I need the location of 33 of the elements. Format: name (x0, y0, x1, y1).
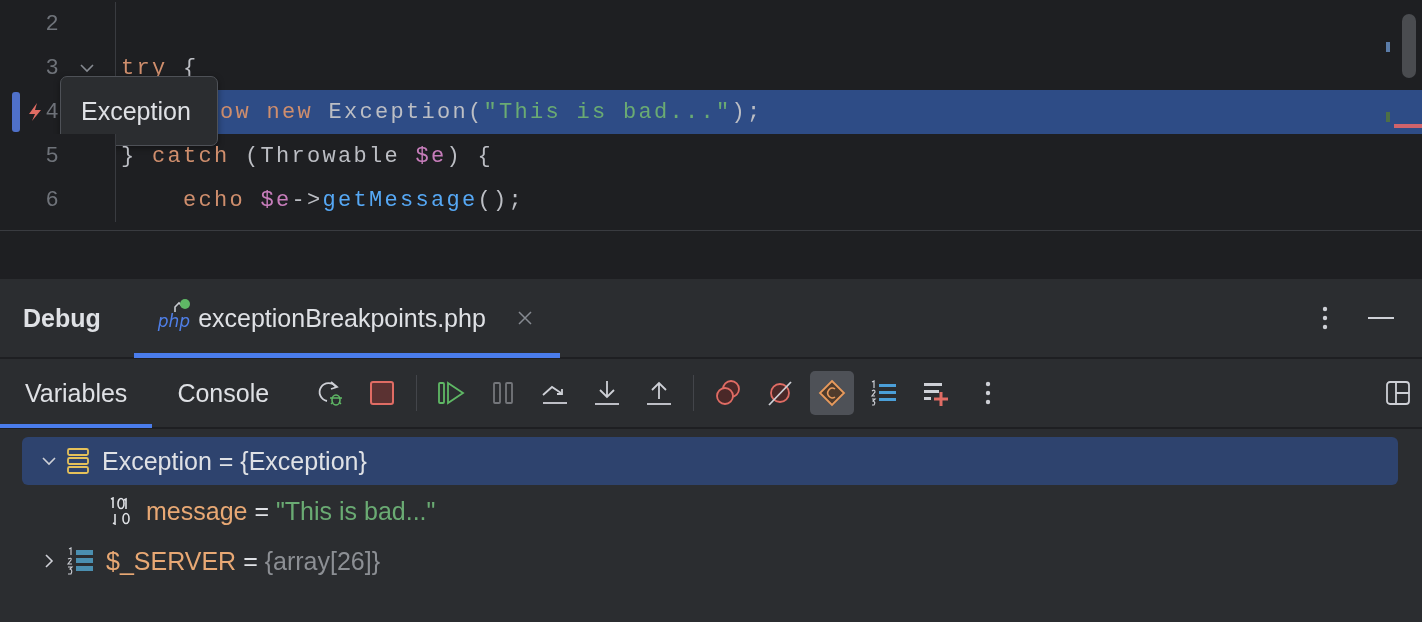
more-icon[interactable] (1322, 306, 1328, 330)
chevron-icon[interactable] (42, 454, 56, 468)
line-number: 3 (45, 55, 59, 81)
line-number: 4 (45, 99, 59, 125)
php-label: php (157, 312, 191, 330)
layout-icon[interactable] (1386, 381, 1410, 405)
array-icon (66, 547, 94, 575)
variable-label: message = "This is bad..." (146, 496, 436, 526)
line-number: 2 (45, 11, 59, 37)
variable-row[interactable]: message = "This is bad..." (22, 487, 1398, 535)
line-number: 5 (45, 143, 59, 169)
line-number: 6 (45, 187, 59, 213)
current-line-marker (12, 92, 20, 132)
variable-row[interactable]: Exception = {Exception} (22, 437, 1398, 485)
chevron-icon[interactable] (42, 554, 56, 568)
view-tab[interactable]: Console (152, 358, 295, 428)
lightning-icon[interactable] (27, 102, 43, 122)
scrollbar-thumb[interactable] (1402, 14, 1416, 78)
tooltip: Exception (60, 76, 218, 146)
variable-label: Exception = {Exception} (102, 446, 367, 476)
file-tab[interactable]: php exceptionBreakpoints.php (133, 278, 560, 358)
code-line: ow new Exception("This is bad..."); (220, 98, 763, 127)
panel-title: Debug (23, 303, 101, 333)
error-stripe-mark (1394, 124, 1422, 128)
error-stripe-mark (1386, 112, 1390, 122)
variable-row[interactable]: $_SERVER = {array[26]} (22, 537, 1398, 585)
close-icon[interactable] (517, 311, 532, 325)
error-stripe-mark (1386, 42, 1390, 52)
object-icon (66, 447, 90, 475)
code-line: echo $e->getMessage(); (182, 186, 525, 215)
variable-label: $_SERVER = {array[26]} (106, 546, 381, 576)
view-tab[interactable]: Variables (0, 358, 153, 428)
fold-icon[interactable] (79, 63, 94, 73)
